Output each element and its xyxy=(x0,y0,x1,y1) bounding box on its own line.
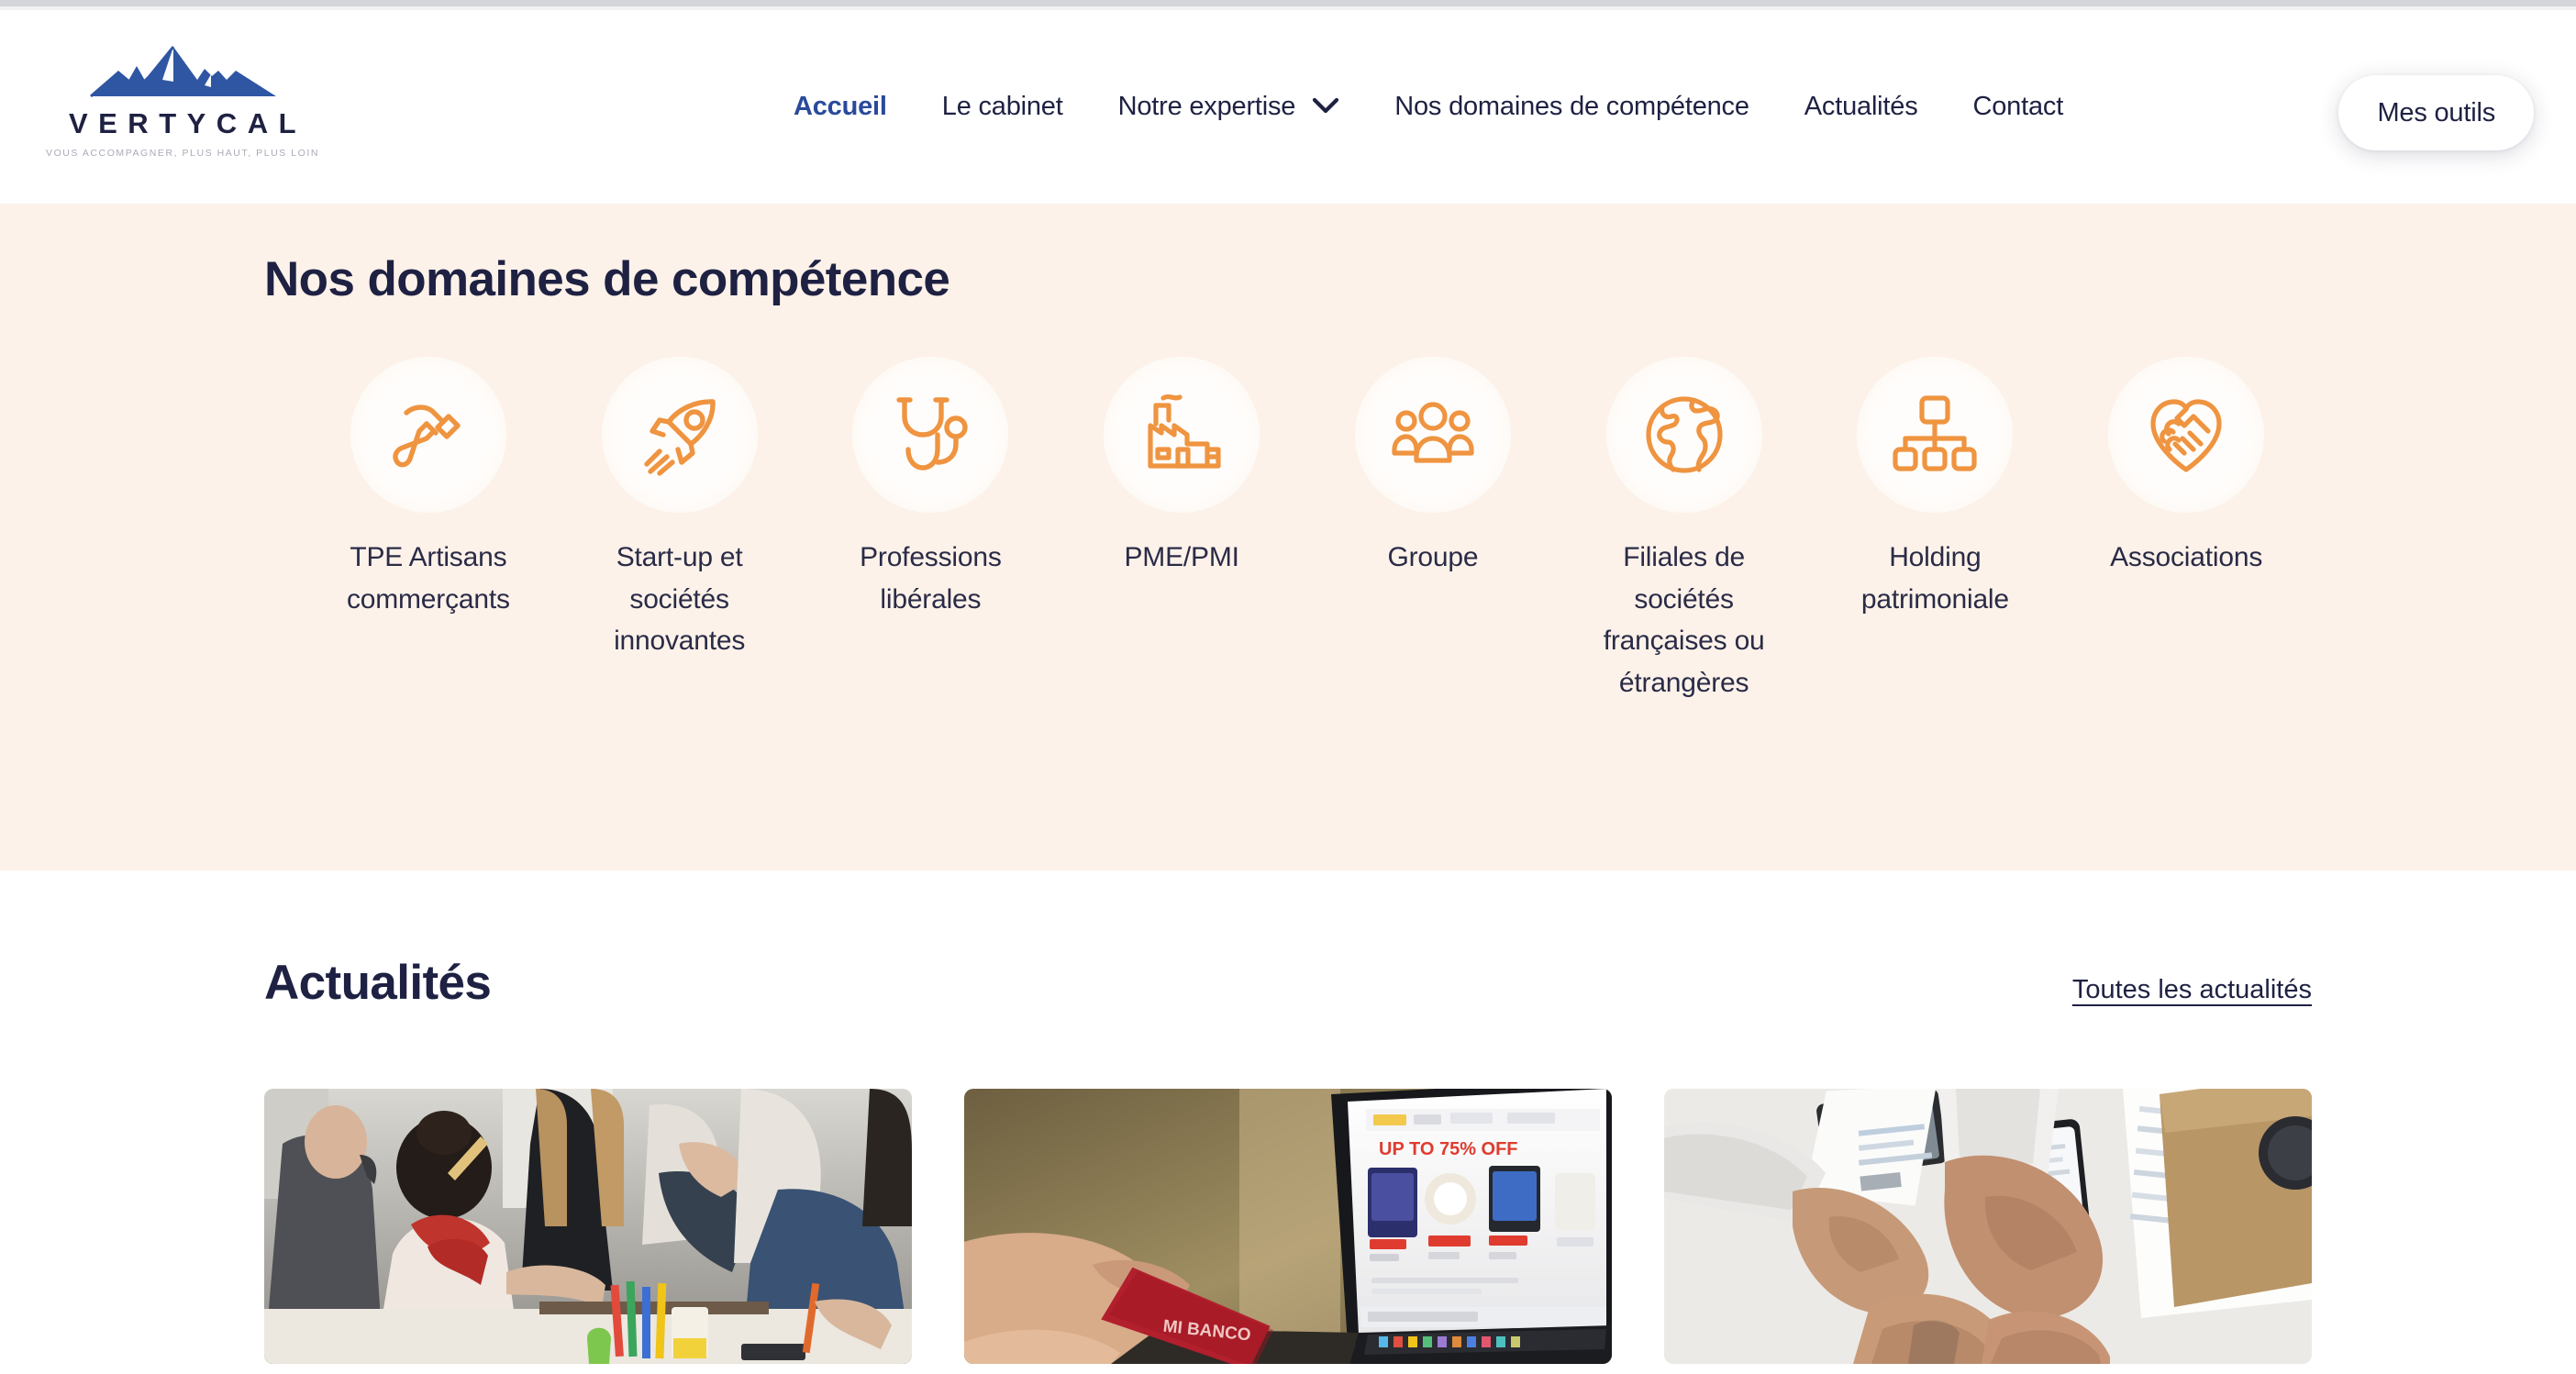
domain-label: Filiales de sociétés françaises ou étran… xyxy=(1603,542,1765,698)
actualites-section: Actualités Toutes les actualités UP TO 7… xyxy=(0,870,2576,1364)
hammer-icon xyxy=(350,357,506,513)
domain-label: PME/PMI xyxy=(1124,542,1239,572)
svg-text:UP TO 75% OFF: UP TO 75% OFF xyxy=(1379,1139,1518,1159)
nav-label-nos-domaines: Nos domaines de compétence xyxy=(1394,92,1749,121)
domain-item-holding[interactable]: Holding patrimoniale xyxy=(1810,357,2061,704)
nav-label-accueil: Accueil xyxy=(794,92,887,121)
team-workshop-photo xyxy=(264,1089,912,1364)
nav-item-notre-expertise[interactable]: Notre expertise xyxy=(1091,92,1368,122)
nav-item-contact[interactable]: Contact xyxy=(1946,92,2092,122)
mountain-peaks-icon xyxy=(89,45,277,102)
factory-icon xyxy=(1104,357,1260,513)
site-logo[interactable]: VERTYCAL VOUS ACCOMPAGNER, PLUS HAUT, PL… xyxy=(40,45,325,159)
domain-item-tpe-artisans[interactable]: TPE Artisans commerçants xyxy=(303,357,554,704)
domain-grid: TPE Artisans commerçants Start-up et soc… xyxy=(303,357,2312,704)
nav-item-accueil[interactable]: Accueil xyxy=(766,92,915,122)
domain-label: Groupe xyxy=(1387,542,1479,572)
mes-outils-button[interactable]: Mes outils xyxy=(2338,75,2534,150)
logo-tagline: VOUS ACCOMPAGNER, PLUS HAUT, PLUS LOIN xyxy=(46,148,319,159)
domain-item-associations[interactable]: Associations xyxy=(2060,357,2312,704)
nav-label-le-cabinet: Le cabinet xyxy=(941,92,1063,121)
page-title: Nos domaines de compétence xyxy=(264,252,950,306)
people-group-icon xyxy=(1354,357,1511,513)
news-card[interactable] xyxy=(1664,1089,2312,1364)
chevron-down-icon xyxy=(1312,92,1339,122)
logo-wordmark: VERTYCAL xyxy=(68,107,307,139)
domain-item-professions-liberales[interactable]: Professions libérales xyxy=(805,357,1057,704)
domain-item-pme-pmi[interactable]: PME/PMI xyxy=(1056,357,1307,704)
domain-label: Holding patrimoniale xyxy=(1860,542,2009,615)
actualites-header: Actualités Toutes les actualités xyxy=(264,955,2312,1011)
primary-navigation: Accueil Le cabinet Notre expertise Nos d… xyxy=(766,10,2091,204)
domain-label: Start-up et sociétés innovantes xyxy=(614,542,746,657)
domaines-de-competence-section: Nos domaines de compétence TPE Artisans … xyxy=(0,204,2576,870)
domain-label: TPE Artisans commerçants xyxy=(346,542,510,615)
site-header: VERTYCAL VOUS ACCOMPAGNER, PLUS HAUT, PL… xyxy=(0,10,2576,204)
domain-label: Associations xyxy=(2110,542,2263,572)
actualites-title: Actualités xyxy=(264,956,492,1010)
nav-label-actualites: Actualités xyxy=(1804,92,1918,121)
news-card[interactable]: UP TO 75% OFF MI BANCO xyxy=(964,1089,1612,1364)
fist-bump-teamwork-photo xyxy=(1664,1089,2312,1364)
toutes-les-actualites-link[interactable]: Toutes les actualités xyxy=(2072,975,2312,1011)
domain-item-groupe[interactable]: Groupe xyxy=(1307,357,1559,704)
domain-item-filiales[interactable]: Filiales de sociétés françaises ou étran… xyxy=(1559,357,1810,704)
heart-handshake-icon xyxy=(2108,357,2265,513)
stethoscope-icon xyxy=(852,357,1009,513)
org-chart-icon xyxy=(1857,357,2014,513)
nav-item-nos-domaines-de-competence[interactable]: Nos domaines de compétence xyxy=(1367,92,1777,122)
globe-icon xyxy=(1605,357,1762,513)
nav-item-le-cabinet[interactable]: Le cabinet xyxy=(915,92,1091,122)
online-payment-photo: UP TO 75% OFF MI BANCO xyxy=(964,1089,1612,1364)
actualites-grid: UP TO 75% OFF MI BANCO xyxy=(264,1089,2312,1364)
nav-item-actualites[interactable]: Actualités xyxy=(1777,92,1946,122)
browser-top-edge xyxy=(0,0,2576,6)
nav-label-contact: Contact xyxy=(1972,92,2064,121)
rocket-icon xyxy=(601,357,758,513)
domain-item-start-up[interactable]: Start-up et sociétés innovantes xyxy=(554,357,805,704)
domain-label: Professions libérales xyxy=(860,542,1002,615)
nav-label-notre-expertise: Notre expertise xyxy=(1117,92,1296,121)
news-card[interactable] xyxy=(264,1089,912,1364)
